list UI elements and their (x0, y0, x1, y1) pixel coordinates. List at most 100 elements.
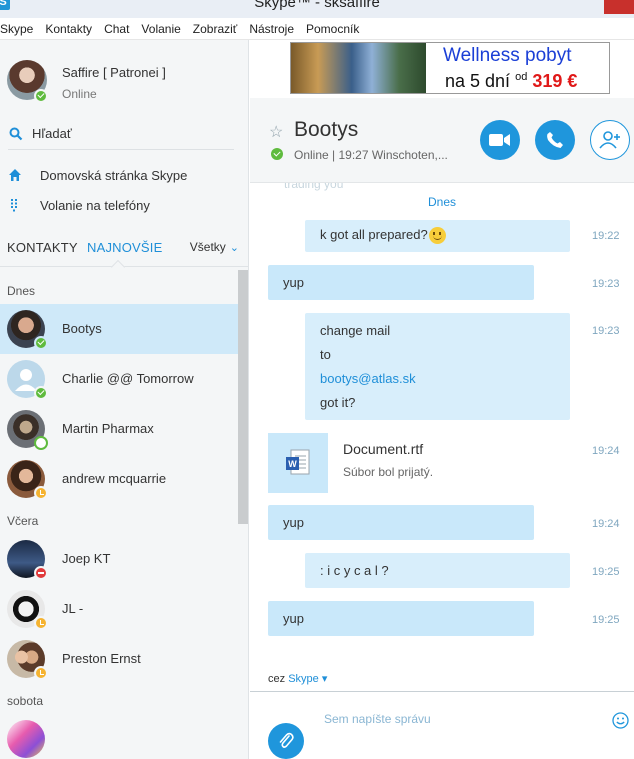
tab-contacts[interactable]: KONTAKTY (7, 240, 78, 255)
compose-divider (250, 691, 634, 692)
nav-call-phones[interactable]: Volanie na telefóny (0, 192, 248, 220)
group-header-today: Dnes (7, 284, 36, 298)
message-text: yup (283, 515, 304, 530)
send-via-selector[interactable]: cez Skype ▾ (268, 672, 327, 685)
message-text: k got all prepared? (320, 227, 446, 245)
contact-item-charlie[interactable]: Charlie @@ Tomorrow (0, 354, 238, 404)
message-bubble-outgoing[interactable]: k got all prepared? (305, 220, 570, 252)
menu-help[interactable]: Pomocník (300, 22, 365, 36)
contact-item-bootys[interactable]: Bootys (0, 304, 238, 354)
menu-calling[interactable]: Volanie (135, 22, 186, 36)
close-button[interactable] (604, 0, 634, 14)
conversation-panel: Wellness pobyt na 5 dní od 319 € ☆ Booty… (250, 40, 634, 759)
nav-skype-home-label: Domovská stránka Skype (40, 168, 188, 183)
contact-avatar (7, 720, 45, 758)
message-text: yup (283, 611, 304, 626)
search-button[interactable]: Hľadať (0, 120, 248, 148)
via-service: Skype ▾ (288, 673, 328, 685)
menu-skype[interactable]: Skype (0, 22, 39, 36)
message-text: : i c y c a l ? (320, 563, 389, 578)
message-time: 19:23 (592, 278, 620, 290)
group-header-yesterday: Včera (7, 514, 39, 528)
ad-banner[interactable]: Wellness pobyt na 5 dní od 319 € (290, 42, 610, 94)
contact-name: Bootys (62, 321, 102, 336)
message-bubble-incoming[interactable]: yup (268, 601, 534, 636)
menu-bar: Skype Kontakty Chat Volanie Zobraziť Nás… (0, 18, 634, 40)
offline-status-icon (34, 436, 48, 450)
message-bubble-outgoing[interactable]: : i c y c a l ? (305, 553, 570, 588)
via-prefix: cez (268, 673, 286, 685)
chat-contact-name[interactable]: Bootys (294, 118, 358, 142)
message-bubble-outgoing[interactable]: change mail to bootys@atlas.sk got it? (305, 313, 570, 420)
add-person-icon (599, 131, 620, 149)
file-status: Súbor bol prijatý. (343, 465, 434, 479)
message-time: 19:22 (592, 230, 620, 242)
ad-offer-text: na 5 dní (445, 71, 511, 91)
chevron-down-icon: ⌄ (229, 242, 239, 254)
contact-name: Martin Pharmax (62, 421, 154, 436)
menu-view[interactable]: Zobraziť (187, 22, 244, 36)
message-line: got it? (320, 395, 356, 410)
message-time: 19:25 (592, 566, 620, 578)
message-time: 19:25 (592, 614, 620, 626)
contact-name: JL - (62, 601, 84, 616)
message-line: to (320, 347, 331, 362)
contact-item-andrew[interactable]: andrew mcquarrie (0, 454, 238, 504)
nav-skype-home[interactable]: Domovská stránka Skype (0, 162, 248, 190)
file-name[interactable]: Document.rtf (343, 441, 423, 457)
group-header-saturday: sobota (7, 694, 44, 708)
dialpad-icon (11, 199, 17, 212)
chat-contact-status: Online | 19:27 Winschoten,... (294, 148, 448, 162)
ad-image (291, 43, 426, 93)
attach-button[interactable] (268, 723, 304, 759)
contact-item-joep[interactable]: Joep KT (0, 534, 238, 584)
online-status-icon (34, 386, 48, 400)
away-status-icon (34, 666, 48, 680)
message-history[interactable]: trading you Dnes k got all prepared? 19:… (250, 183, 634, 683)
contact-name: Charlie @@ Tomorrow (62, 371, 194, 386)
away-status-icon (34, 486, 48, 500)
filter-dropdown[interactable]: Všetky ⌄ (190, 240, 239, 254)
email-link[interactable]: bootys@atlas.sk (320, 371, 416, 386)
add-participant-button[interactable] (590, 120, 630, 160)
faded-message: trading you (284, 183, 344, 191)
video-camera-icon (489, 134, 510, 146)
ad-title: Wellness pobyt (443, 45, 572, 66)
sidebar: Saffire [ Patronei ] Online Hľadať Domov… (0, 40, 249, 759)
contact-item-preston[interactable]: Preston Ernst (0, 634, 238, 684)
ad-offer: na 5 dní od 319 € (445, 71, 577, 92)
menu-tools[interactable]: Nástroje (243, 22, 300, 36)
contact-item-martin[interactable]: Martin Pharmax (0, 404, 238, 454)
smiley-emoticon-icon (428, 227, 446, 245)
ad-od: od (515, 71, 528, 83)
message-bubble-incoming[interactable]: yup (268, 265, 534, 300)
tab-recent[interactable]: NAJNOVŠIE (87, 240, 162, 255)
busy-status-icon (34, 566, 48, 580)
filter-label: Všetky (189, 240, 226, 254)
file-attachment[interactable]: W (268, 433, 328, 493)
divider (8, 149, 234, 150)
voice-call-button[interactable] (535, 120, 575, 160)
menu-chat[interactable]: Chat (98, 22, 135, 36)
paperclip-icon (279, 732, 294, 748)
message-text: yup (283, 275, 304, 290)
profile-status[interactable]: Online (62, 87, 97, 101)
emoticon-icon[interactable] (612, 712, 629, 729)
video-call-button[interactable] (480, 120, 520, 160)
contact-tabs: KONTAKTY NAJNOVŠIE Všetky ⌄ (0, 234, 248, 275)
message-line: change mail (320, 323, 391, 338)
message-time: 19:23 (592, 325, 620, 337)
favorite-star-icon[interactable]: ☆ (269, 122, 283, 142)
title-bar: S Skype™ - sksaffire (0, 0, 634, 18)
message-bubble-incoming[interactable]: yup (268, 505, 534, 540)
away-status-icon (34, 616, 48, 630)
message-time: 19:24 (592, 518, 620, 530)
scrollbar[interactable] (238, 270, 248, 524)
contact-item-jl[interactable]: JL - (0, 584, 238, 634)
message-input[interactable]: Sem napíšte správu (324, 712, 431, 726)
contact-item-partial[interactable] (0, 714, 238, 759)
chat-header: ☆ Bootys Online | 19:27 Winschoten,... (250, 98, 634, 183)
menu-contacts[interactable]: Kontakty (39, 22, 98, 36)
contact-name: Joep KT (62, 551, 111, 566)
date-separator: Dnes (427, 195, 456, 209)
